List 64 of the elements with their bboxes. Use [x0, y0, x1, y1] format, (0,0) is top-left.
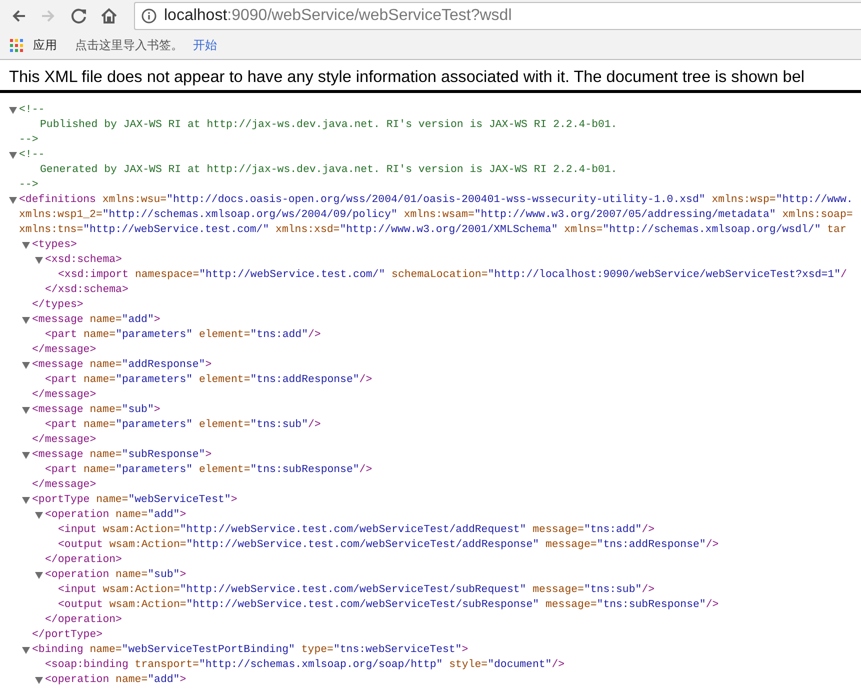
address-field[interactable]: localhost:9090/webService/webServiceTest?wsdl: [134, 2, 861, 30]
xml-tag-line: <xsd:schema>: [45, 253, 122, 268]
xml-tag-line: <part name="parameters" element="tns:addResponse"/>: [45, 373, 372, 388]
toggle-triangle-icon[interactable]: [22, 496, 30, 505]
toggle-triangle-icon[interactable]: [35, 256, 43, 265]
xml-tag-line: <types>: [32, 238, 77, 253]
xml-tag-line: <xsd:import namespace="http://webService.test.com/" schemaLocation="http://localhost:9090/webService/webServiceTest?xsd=1"/: [58, 268, 847, 283]
xml-tag-line: <part name="parameters" element="tns:add"/>: [45, 328, 321, 343]
toggle-triangle-icon[interactable]: [9, 106, 17, 115]
apps-button[interactable]: 应用: [10, 37, 61, 54]
xml-tag-line: </types>: [32, 298, 84, 313]
toggle-triangle-icon[interactable]: [22, 406, 30, 415]
xml-tag-line: <message name="addResponse">: [32, 358, 212, 373]
toggle-triangle-icon[interactable]: [22, 316, 30, 325]
xml-tag-line: <definitions xmlns:wsu="http://docs.oasis-open.org/wss/2004/01/oasis-200401-wss-wssecurity-utility-1.0.xsd" xmlns:wsp="http://www.: [19, 193, 853, 208]
xml-tag-line: </message>: [32, 478, 96, 493]
xml-tag-line: <part name="parameters" element="tns:sub"/>: [45, 418, 321, 433]
xml-tag-line: <operation name="add">: [45, 673, 186, 688]
comment-marker: <!--: [19, 103, 45, 118]
xml-tag-line: <input wsam:Action="http://webService.test.com/webServiceTest/subRequest" message="tns:sub"/>: [58, 583, 655, 598]
back-icon: [11, 8, 27, 24]
toggle-triangle-icon[interactable]: [35, 571, 43, 580]
xml-tag-line: <message name="add">: [32, 313, 160, 328]
toggle-triangle-icon[interactable]: [22, 241, 30, 250]
xml-tag-line: <input wsam:Action="http://webService.test.com/webServiceTest/addRequest" message="tns:add"/>: [58, 523, 655, 538]
start-link[interactable]: 开始: [193, 37, 217, 54]
xml-tag-line: <message name="sub">: [32, 403, 160, 418]
xml-tag-line: <soap:binding transport="http://schemas.xmlsoap.org/soap/http" style="document"/>: [45, 658, 565, 673]
xml-tag-line: xmlns:wsp1_2="http://schemas.xmlsoap.org/ws/2004/09/policy" xmlns:wsam="http://www.w3.org/2007/05/addressing/metadata" xmlns:soap=: [19, 208, 853, 223]
toggle-triangle-icon[interactable]: [22, 646, 30, 655]
comment-text: Published by JAX-WS RI at http://jax-ws.dev.java.net. RI's version is JAX-WS RI 2.2.4-b01.: [39, 118, 618, 133]
xml-tag-line: <message name="subResponse">: [32, 448, 212, 463]
xml-tag-line: <part name="parameters" element="tns:subResponse"/>: [45, 463, 372, 478]
xml-tag-line: <binding name="webServiceTestPortBinding" type="tns:webServiceTest">: [32, 643, 468, 658]
xml-tag-line: </operation>: [45, 553, 122, 568]
comment-marker: -->: [19, 133, 38, 148]
xml-tag-line: </xsd:schema>: [45, 283, 128, 298]
style-info-notice: This XML file does not appear to have any style information associated with it. The document tree is shown bel: [9, 68, 804, 88]
xml-tag-line: </portType>: [32, 628, 103, 643]
forward-icon: [40, 8, 56, 24]
toggle-triangle-icon[interactable]: [22, 361, 30, 370]
xml-tag-line: <operation name="add">: [45, 508, 186, 523]
xml-tag-line: </operation>: [45, 613, 122, 628]
toggle-triangle-icon[interactable]: [9, 151, 17, 160]
xml-tag-line: <output wsam:Action="http://webService.test.com/webServiceTest/subResponse" message="tns:subResponse"/>: [58, 598, 719, 613]
xml-tag-line: <output wsam:Action="http://webService.test.com/webServiceTest/addResponse" message="tns:addResponse"/>: [58, 538, 719, 553]
toggle-triangle-icon[interactable]: [22, 451, 30, 460]
toggle-triangle-icon[interactable]: [35, 676, 43, 685]
import-bookmarks-hint: 点击这里导入书签。: [75, 37, 183, 54]
comment-marker: -->: [19, 178, 38, 193]
comment-text: Generated by JAX-WS RI at http://jax-ws.dev.java.net. RI's version is JAX-WS RI 2.2.4-b01.: [39, 163, 618, 178]
apps-grid-icon: [10, 39, 23, 52]
toggle-triangle-icon[interactable]: [35, 511, 43, 520]
toggle-triangle-icon[interactable]: [9, 196, 17, 205]
comment-marker: <!--: [19, 148, 45, 163]
home-icon[interactable]: [100, 7, 118, 25]
info-icon[interactable]: [141, 8, 157, 24]
reload-icon[interactable]: [70, 7, 88, 25]
xml-tag-line: </message>: [32, 388, 96, 403]
xml-tag-line: <portType name="webServiceTest">: [32, 493, 238, 508]
xml-tag-line: xmlns:tns="http://webService.test.com/" xmlns:xsd="http://www.w3.org/2001/XMLSchema" xmlns="http://schemas.xmlsoap.org/wsdl/" tar: [19, 223, 846, 238]
xml-tag-line: </message>: [32, 343, 96, 358]
xml-tag-line: </message>: [32, 433, 96, 448]
xml-tag-line: <operation name="sub">: [45, 568, 186, 583]
